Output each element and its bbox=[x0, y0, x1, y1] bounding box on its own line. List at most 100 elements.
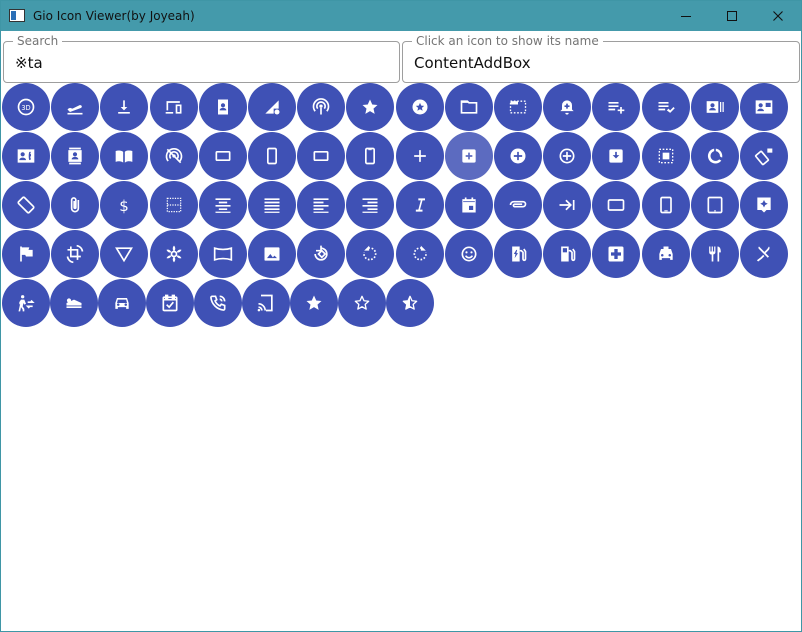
icon-button-assistant[interactable] bbox=[740, 181, 788, 229]
attach-file-icon bbox=[70, 197, 80, 213]
icon-button-playlist-check[interactable] bbox=[642, 83, 690, 131]
icon-button-directions-car[interactable] bbox=[98, 279, 146, 327]
icon-button-local-gas-station[interactable] bbox=[543, 230, 591, 278]
icon-button-format-align-justify[interactable] bbox=[248, 181, 296, 229]
icon-button-stay-portrait[interactable] bbox=[248, 132, 296, 180]
icon-button-keyboard-tab[interactable] bbox=[543, 181, 591, 229]
restaurant-icon bbox=[709, 246, 721, 262]
icon-button-contacts-book[interactable] bbox=[51, 132, 99, 180]
contacts-card-icon bbox=[706, 101, 724, 113]
icon-button-filter-vintage[interactable] bbox=[150, 230, 198, 278]
format-align-right-icon bbox=[362, 198, 378, 213]
icon-button-crop-rotate[interactable] bbox=[51, 230, 99, 278]
icon-button-details[interactable] bbox=[100, 230, 148, 278]
icon-button-screen-lock-rotation[interactable] bbox=[740, 132, 788, 180]
icon-button-attach-file[interactable] bbox=[51, 181, 99, 229]
icon-button-ev-station[interactable] bbox=[494, 230, 542, 278]
icon-button-restaurant[interactable] bbox=[691, 230, 739, 278]
icon-button-star[interactable] bbox=[346, 83, 394, 131]
icon-button-format-align-left[interactable] bbox=[297, 181, 345, 229]
icon-button-add-circle[interactable] bbox=[494, 132, 542, 180]
icon-button-alarm-add[interactable] bbox=[543, 83, 591, 131]
icon-button-move-to-inbox[interactable] bbox=[592, 132, 640, 180]
icon-button-download[interactable] bbox=[100, 83, 148, 131]
icon-button-contacts-card[interactable] bbox=[691, 83, 739, 131]
icon-button-screen-rotation[interactable] bbox=[2, 181, 50, 229]
icon-button-wifi-tethering[interactable] bbox=[297, 83, 345, 131]
add-circle-icon bbox=[510, 148, 526, 164]
icon-button-star-border[interactable] bbox=[338, 279, 386, 327]
selected-name-label: Click an icon to show its name bbox=[412, 33, 603, 49]
icon-button-crop-landscape[interactable] bbox=[199, 132, 247, 180]
icon-button-border-outer[interactable] bbox=[150, 181, 198, 229]
maximize-button[interactable] bbox=[709, 1, 755, 31]
tablet-android-icon bbox=[660, 196, 672, 214]
icon-button-tab-unselected[interactable] bbox=[494, 83, 542, 131]
selected-name-field[interactable]: Click an icon to show its name ContentAd… bbox=[402, 33, 800, 83]
icon-button-tablet[interactable] bbox=[691, 181, 739, 229]
icon-button-airline-seat-flat[interactable] bbox=[50, 279, 98, 327]
icon-button-format-italic[interactable] bbox=[396, 181, 444, 229]
tablet-icon bbox=[707, 196, 723, 214]
icon-button-restaurant-menu[interactable] bbox=[740, 230, 788, 278]
icon-button-insert-invitation[interactable] bbox=[445, 181, 493, 229]
icon-button-cast-connected[interactable] bbox=[242, 279, 290, 327]
icon-button-format-align-right[interactable] bbox=[346, 181, 394, 229]
icon-button-tag-faces[interactable] bbox=[445, 230, 493, 278]
folder-icon bbox=[460, 100, 478, 114]
icon-button-data-usage[interactable] bbox=[691, 132, 739, 180]
icon-button-local-taxi[interactable] bbox=[642, 230, 690, 278]
signal-settings-icon bbox=[265, 100, 280, 115]
icon-button-rotate-left[interactable] bbox=[346, 230, 394, 278]
icon-button-tablet-android[interactable] bbox=[642, 181, 690, 229]
icon-button-phone-in-talk[interactable] bbox=[194, 279, 242, 327]
wifi-tethering-icon bbox=[312, 98, 330, 115]
icon-button-signal-settings[interactable] bbox=[248, 83, 296, 131]
icon-button-contact-mail[interactable] bbox=[740, 83, 788, 131]
icon-button-star[interactable] bbox=[290, 279, 338, 327]
icon-button-crop-landscape[interactable] bbox=[297, 132, 345, 180]
icon-button-stars[interactable] bbox=[396, 83, 444, 131]
icon-button-event-available[interactable] bbox=[146, 279, 194, 327]
icon-button-stay-primary-portrait[interactable] bbox=[346, 132, 394, 180]
icon-button-panorama[interactable] bbox=[199, 230, 247, 278]
icon-button-format-align-center[interactable] bbox=[199, 181, 247, 229]
icon-button-rotate-right[interactable] bbox=[396, 230, 444, 278]
crop-landscape-icon bbox=[313, 151, 329, 161]
icon-button-attachment[interactable] bbox=[494, 181, 542, 229]
minimize-button[interactable] bbox=[663, 1, 709, 31]
icon-button-playlist-add[interactable] bbox=[592, 83, 640, 131]
icon-button-assistant-photo[interactable] bbox=[2, 230, 50, 278]
icon-button-add-box[interactable] bbox=[445, 132, 493, 180]
icon-button-photo[interactable] bbox=[248, 230, 296, 278]
title-bar[interactable]: Gio Icon Viewer(by Joyeah) bbox=[1, 1, 801, 31]
icon-button-star-half[interactable] bbox=[386, 279, 434, 327]
icon-button-contact-page[interactable] bbox=[199, 83, 247, 131]
icon-button-transfer-within-station[interactable] bbox=[2, 279, 50, 327]
icon-button-3d-rotation[interactable]: 3D bbox=[2, 83, 50, 131]
icon-button-rotate-90[interactable] bbox=[297, 230, 345, 278]
close-button[interactable] bbox=[755, 1, 801, 31]
icon-button-attach-money[interactable]: $ bbox=[100, 181, 148, 229]
icon-button-flight-takeoff[interactable] bbox=[51, 83, 99, 131]
add-circle-outline-icon bbox=[559, 148, 575, 164]
icon-button-folder[interactable] bbox=[445, 83, 493, 131]
icon-button-add-circle-outline[interactable] bbox=[543, 132, 591, 180]
star-icon bbox=[306, 295, 322, 310]
icon-button-stay-landscape[interactable] bbox=[592, 181, 640, 229]
contacts-book-icon bbox=[68, 147, 82, 165]
crop-rotate-icon bbox=[66, 244, 84, 264]
search-field[interactable]: Search ※ta bbox=[3, 33, 400, 83]
icon-button-add[interactable] bbox=[396, 132, 444, 180]
search-input[interactable]: ※ta bbox=[15, 53, 43, 73]
screen-rotation-icon bbox=[17, 196, 35, 214]
window-title: Gio Icon Viewer(by Joyeah) bbox=[33, 9, 195, 23]
icon-button-import-contacts[interactable] bbox=[100, 132, 148, 180]
icon-button-local-hospital[interactable] bbox=[592, 230, 640, 278]
icon-button-devices[interactable] bbox=[150, 83, 198, 131]
icon-button-portable-wifi-off[interactable] bbox=[150, 132, 198, 180]
selected-name-value[interactable]: ContentAddBox bbox=[414, 53, 531, 73]
icon-button-contact-phone[interactable] bbox=[2, 132, 50, 180]
icon-button-select-all[interactable] bbox=[642, 132, 690, 180]
border-outer-icon bbox=[166, 197, 182, 213]
